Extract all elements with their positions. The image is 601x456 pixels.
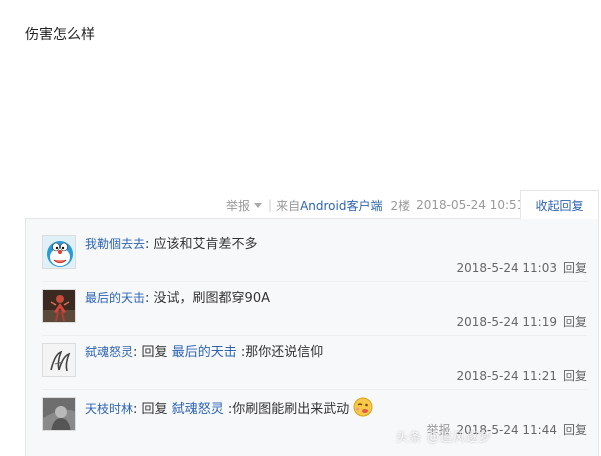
reply-line: 天枝时林: 回复 弑魂怒灵 :你刷图能刷出来武动 (85, 397, 373, 419)
divider (42, 335, 587, 336)
colon: : (145, 237, 150, 252)
sketch-avatar-icon (43, 344, 75, 376)
divider (42, 389, 587, 390)
reply-time: 2018-5-24 11:03 (456, 261, 557, 275)
reply-prefix: 回复 (141, 402, 168, 417)
list-item: 我勒個去去: 应该和艾肯差不多 2018-5-24 11:03 回复 (42, 235, 587, 285)
source-prefix: 来自 (276, 198, 301, 213)
reply-line: 最后的天击: 没试，刷图都穿90A (85, 289, 270, 308)
list-item: 最后的天击: 没试，刷图都穿90A 2018-5-24 11:19 回复 (42, 289, 587, 339)
list-item: 天枝时林: 回复 弑魂怒灵 :你刷图能刷出来武动 举报 2018-5-24 11:… (42, 397, 587, 447)
divider (42, 281, 587, 282)
report-link[interactable]: 举报 (226, 197, 250, 214)
reply-text: 没试，刷图都穿90A (153, 291, 270, 306)
colon: : (133, 345, 138, 360)
reply-time: 2018-5-24 11:21 (456, 369, 557, 383)
reply-username[interactable]: 弑魂怒灵 (85, 345, 133, 359)
reply-username[interactable]: 最后的天击 (85, 291, 145, 305)
post-timestamp: 2018-05-24 10:51 (416, 198, 525, 212)
reply-meta: 2018-5-24 11:03 回复 (456, 259, 587, 276)
reply-button[interactable]: 回复 (563, 369, 587, 383)
doraemon-avatar-icon (43, 236, 75, 268)
reply-line: 我勒個去去: 应该和艾肯差不多 (85, 235, 258, 254)
floor-number: 2楼 (390, 198, 411, 213)
reply-target-user[interactable]: 弑魂怒灵 (172, 402, 224, 417)
avatar[interactable] (42, 289, 76, 323)
reply-text: 应该和艾肯差不多 (153, 237, 258, 252)
reply-text: :你刷图能刷出来武动 (227, 402, 350, 417)
colon: : (145, 291, 150, 306)
avatar[interactable] (42, 397, 76, 431)
collapse-replies-button[interactable]: 收起回复 (520, 190, 599, 219)
reply-meta: 2018-5-24 11:19 回复 (456, 313, 587, 330)
red-figure-avatar-icon (43, 290, 75, 322)
winking-face-emoji-icon (353, 397, 373, 417)
colon: : (133, 402, 138, 417)
meta-separator: | (268, 198, 273, 212)
watermark: 头条 @追风逐梦 (396, 430, 492, 444)
post-meta-bar: 举报 | 来自 Android客户端 2楼 2018-05-24 10:51 (226, 194, 524, 216)
reply-username[interactable]: 我勒個去去 (85, 237, 145, 251)
reply-button[interactable]: 回复 (563, 261, 587, 275)
reply-line: 弑魂怒灵: 回复 最后的天击 :那你还说信仰 (85, 343, 323, 362)
reply-button[interactable]: 回复 (563, 423, 587, 437)
reply-target-user[interactable]: 最后的天击 (172, 345, 237, 360)
chevron-down-icon[interactable] (254, 202, 263, 208)
reply-list: 我勒個去去: 应该和艾肯差不多 2018-5-24 11:03 回复 最后的天击:… (25, 218, 599, 456)
avatar[interactable] (42, 343, 76, 377)
grey-figure-avatar-icon (43, 398, 75, 430)
source-link[interactable]: Android客户端 (300, 197, 382, 214)
avatar[interactable] (42, 235, 76, 269)
list-item: 弑魂怒灵: 回复 最后的天击 :那你还说信仰 2018-5-24 11:21 回复 (42, 343, 587, 393)
reply-username[interactable]: 天枝时林 (85, 402, 133, 416)
reply-meta: 2018-5-24 11:21 回复 (456, 367, 587, 384)
reply-time: 2018-5-24 11:19 (456, 315, 557, 329)
post-content: 伤害怎么样 (25, 27, 95, 43)
reply-button[interactable]: 回复 (563, 315, 587, 329)
reply-text: :那你还说信仰 (240, 345, 324, 360)
reply-prefix: 回复 (141, 345, 168, 360)
